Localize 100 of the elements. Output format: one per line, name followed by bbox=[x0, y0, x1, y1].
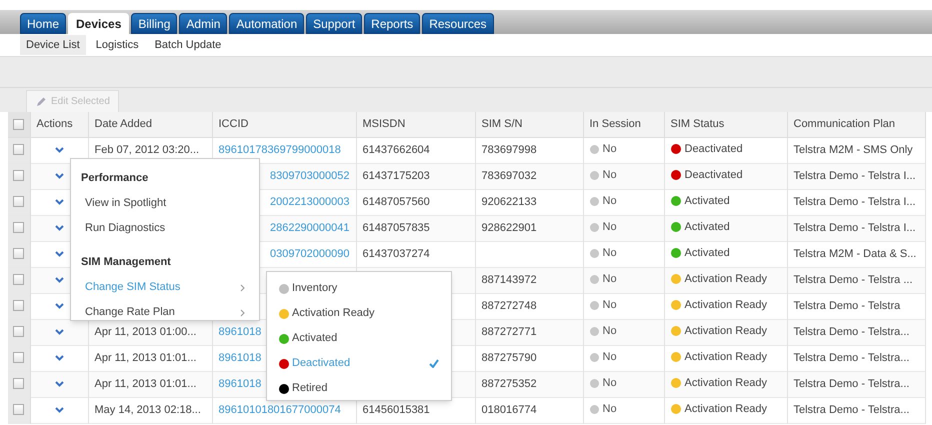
table-cell: Apr 11, 2013 01:01... bbox=[94, 352, 196, 364]
chevron-down-icon[interactable] bbox=[54, 172, 64, 179]
table-cell: 887275352 bbox=[482, 378, 537, 390]
nav-tab[interactable]: Devices bbox=[68, 13, 130, 34]
table-cell-text: No bbox=[602, 272, 617, 287]
table-cell: Apr 11, 2013 01:01... bbox=[94, 378, 196, 390]
menu-item[interactable]: Inventory bbox=[267, 276, 451, 301]
nav-tab[interactable]: Reports bbox=[364, 13, 420, 34]
subnav-link[interactable]: Logistics bbox=[90, 34, 145, 56]
checkbox[interactable] bbox=[13, 118, 24, 130]
checkbox[interactable] bbox=[13, 248, 24, 260]
table-cell: Telstra Demo - Telstra bbox=[794, 300, 900, 312]
table-cell: Telstra Demo - Telstra... bbox=[794, 378, 910, 390]
checkmark-icon bbox=[429, 359, 439, 368]
table-cell: Telstra Demo - Telstra I... bbox=[794, 196, 916, 208]
column-header: Actions bbox=[36, 118, 73, 130]
table-cell: May 14, 2013 02:18... bbox=[94, 404, 201, 416]
table-cell: 61487057560 bbox=[362, 196, 430, 208]
chevron-down-icon[interactable] bbox=[54, 354, 64, 361]
table-cell: 61437037274 bbox=[362, 248, 430, 260]
table-cell: 920622133 bbox=[482, 196, 537, 208]
chevron-down-icon[interactable] bbox=[54, 146, 64, 153]
checkbox[interactable] bbox=[13, 326, 24, 338]
table-cell-text: No bbox=[602, 298, 617, 313]
checkbox[interactable] bbox=[13, 274, 24, 286]
table-cell: Telstra M2M - Data & S... bbox=[794, 248, 916, 260]
column-header: In Session bbox=[590, 118, 641, 130]
nav-tab[interactable]: Support bbox=[306, 13, 362, 34]
table-cell: 887275790 bbox=[482, 352, 537, 364]
chevron-down-icon[interactable] bbox=[54, 406, 64, 413]
table-cell-text: No bbox=[602, 324, 617, 339]
menu-item[interactable]: Change Rate Plan bbox=[71, 300, 259, 325]
pencil-icon bbox=[35, 96, 47, 108]
nav-tab[interactable]: Automation bbox=[229, 13, 304, 34]
checkbox[interactable] bbox=[13, 170, 24, 182]
chevron-down-icon[interactable] bbox=[54, 198, 64, 205]
table-cell-text: No bbox=[602, 402, 617, 417]
nav-tab[interactable]: Admin bbox=[179, 13, 228, 34]
table-cell: Telstra Demo - Telstra... bbox=[794, 326, 910, 338]
table-cell: 783697998 bbox=[482, 144, 537, 156]
column-header: Communication Plan bbox=[794, 118, 895, 130]
table-cell: Apr 11, 2013 01:00... bbox=[94, 326, 196, 338]
nav-tab[interactable]: Resources bbox=[422, 13, 494, 34]
table-cell-text: Activation Ready bbox=[684, 324, 768, 339]
menu-heading: SIM Management bbox=[80, 254, 172, 270]
menu-heading: Performance bbox=[80, 170, 150, 186]
checkbox[interactable] bbox=[13, 144, 24, 156]
chevron-down-icon[interactable] bbox=[54, 328, 64, 335]
menu-item[interactable]: View in Spotlight bbox=[71, 191, 259, 216]
table-cell: Feb 07, 2012 03:20... bbox=[94, 144, 200, 156]
table-cell-text: Deactivated bbox=[684, 142, 743, 157]
chevron-down-icon[interactable] bbox=[54, 302, 64, 309]
menu-item[interactable]: Run Diagnostics bbox=[71, 216, 259, 241]
chevron-down-icon[interactable] bbox=[54, 250, 64, 257]
table-cell-text: No bbox=[602, 168, 617, 183]
table-cell: 887272748 bbox=[482, 300, 537, 312]
checkbox[interactable] bbox=[13, 196, 24, 208]
subnav-link[interactable]: Batch Update bbox=[148, 34, 228, 56]
chevron-down-icon[interactable] bbox=[54, 224, 64, 231]
table-cell: 783697032 bbox=[482, 170, 537, 182]
table-cell-text: Activated bbox=[684, 246, 730, 261]
table-cell: Telstra Demo - Telstra... bbox=[794, 352, 910, 364]
chevron-down-icon[interactable] bbox=[54, 380, 64, 387]
nav-tab[interactable]: Home bbox=[20, 13, 66, 34]
table-cell-text: Activation Ready bbox=[684, 298, 768, 313]
column-header: Date Added bbox=[94, 118, 152, 130]
table-cell: Telstra Demo - Telstra... bbox=[794, 404, 910, 416]
table-cell-text: Activation Ready bbox=[684, 272, 768, 287]
table-cell: Telstra Demo - Telstra I... bbox=[794, 170, 916, 182]
chevron-down-icon[interactable] bbox=[54, 276, 64, 283]
table-cell-text: No bbox=[602, 220, 617, 235]
checkbox[interactable] bbox=[13, 404, 24, 416]
column-header: SIM S/N bbox=[482, 118, 522, 130]
table-cell: Telstra Demo - Telstra ... bbox=[794, 274, 912, 286]
subnav-link[interactable]: Device List bbox=[20, 34, 86, 56]
nav-tab[interactable]: Billing bbox=[131, 13, 178, 34]
checkbox[interactable] bbox=[13, 352, 24, 364]
column-header: ICCID bbox=[218, 118, 248, 130]
column-header: SIM Status bbox=[670, 118, 724, 130]
table-cell-text: No bbox=[602, 246, 617, 261]
table-cell-text: No bbox=[602, 376, 617, 391]
menu-item[interactable]: Activation Ready bbox=[267, 301, 451, 326]
table-cell: 61456015381 bbox=[362, 404, 430, 416]
table-cell-text: Deactivated bbox=[684, 168, 743, 183]
menu-item[interactable]: Activated bbox=[267, 326, 451, 351]
table-cell: Telstra Demo - Telstra I... bbox=[794, 222, 916, 234]
table-cell: 61487057835 bbox=[362, 222, 430, 234]
table-cell: 928622901 bbox=[482, 222, 537, 234]
table-cell: 887272771 bbox=[482, 326, 537, 338]
table-cell: 61437662604 bbox=[362, 144, 430, 156]
checkbox[interactable] bbox=[13, 378, 24, 390]
checkbox[interactable] bbox=[13, 300, 24, 312]
table-cell: Telstra M2M - SMS Only bbox=[794, 144, 913, 156]
table-cell-text: No bbox=[602, 194, 617, 209]
table-cell: 018016774 bbox=[482, 404, 537, 416]
menu-item[interactable]: Retired bbox=[267, 376, 451, 401]
table-cell-text: No bbox=[602, 350, 617, 365]
table-cell-text: No bbox=[602, 142, 617, 157]
table-cell-text: Activation Ready bbox=[684, 376, 768, 391]
checkbox[interactable] bbox=[13, 222, 24, 234]
